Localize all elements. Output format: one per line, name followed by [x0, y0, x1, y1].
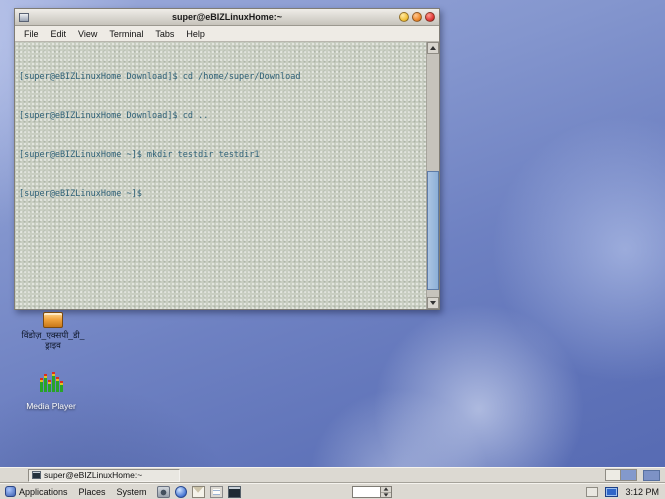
spinner-down-icon — [384, 493, 389, 496]
desktop-icon-label: Media Player — [10, 401, 92, 411]
minimize-button[interactable] — [399, 12, 409, 22]
terminal-icon — [32, 471, 41, 479]
window-title: super@eBIZLinuxHome:~ — [15, 12, 439, 22]
places-menu-label: Places — [79, 487, 106, 497]
menu-terminal[interactable]: Terminal — [103, 27, 149, 41]
system-menu[interactable]: System — [117, 487, 147, 497]
applications-menu[interactable]: Applications — [5, 486, 68, 497]
terminal-line: [super@eBIZLinuxHome ~]$ mkdir testdir t… — [19, 149, 422, 162]
panel-menus: Applications Places System — [0, 486, 147, 497]
desktop-icon-label: विंडोज़_एक्सपी_डी_ — [12, 330, 94, 340]
maximize-button[interactable] — [412, 12, 422, 22]
desktop-icon-drive[interactable]: विंडोज़_एक्सपी_डी_ ड्राइव — [12, 312, 94, 350]
scroll-up-icon — [430, 46, 436, 50]
clock[interactable]: 3:12 PM — [625, 487, 659, 497]
terminal-line: [super@eBIZLinuxHome Download]$ cd .. — [19, 110, 422, 123]
window-menu-terminal-icon[interactable] — [19, 13, 29, 22]
window-controls — [399, 12, 435, 22]
panel-tray: 3:12 PM — [586, 487, 665, 497]
equalizer-icon — [38, 368, 64, 394]
panel-launchers — [157, 486, 241, 498]
taskbar-window-label: super@eBIZLinuxHome:~ — [44, 470, 142, 480]
scrollbar-track[interactable] — [427, 54, 439, 297]
taskbar-tray — [605, 469, 665, 481]
panel-spinner — [352, 486, 392, 498]
scroll-up-button[interactable] — [427, 42, 439, 54]
email-flap-icon — [193, 487, 204, 497]
spinner-field[interactable] — [353, 487, 380, 497]
spinner-buttons — [380, 487, 391, 497]
keyboard-indicator-icon[interactable] — [586, 487, 598, 497]
scroll-down-icon — [430, 301, 436, 305]
applications-menu-icon — [5, 486, 16, 497]
screenshot-icon[interactable] — [157, 486, 170, 498]
menu-help[interactable]: Help — [180, 27, 211, 41]
desktop: super@eBIZLinuxHome:~ File Edit View Ter… — [0, 0, 665, 499]
workspace-2[interactable] — [621, 470, 636, 480]
terminal-line: [super@eBIZLinuxHome Download]$ cd /home… — [19, 71, 422, 84]
terminal-output[interactable]: [super@eBIZLinuxHome Download]$ cd /home… — [15, 42, 426, 309]
desktop-icon-media-player[interactable]: Media Player — [10, 368, 92, 411]
terminal-line: [super@eBIZLinuxHome ~]$ — [19, 188, 422, 201]
workspace-1[interactable] — [606, 470, 621, 480]
window-list-bar: super@eBIZLinuxHome:~ — [0, 467, 665, 483]
terminal-window: super@eBIZLinuxHome:~ File Edit View Ter… — [14, 8, 440, 310]
taskbar-window-button[interactable]: super@eBIZLinuxHome:~ — [28, 469, 180, 482]
spinner-down-button[interactable] — [381, 493, 391, 498]
drive-icon — [43, 312, 63, 328]
applications-menu-label: Applications — [19, 487, 68, 497]
email-icon[interactable] — [192, 486, 205, 498]
system-menu-label: System — [117, 487, 147, 497]
menu-tabs[interactable]: Tabs — [149, 27, 180, 41]
scrollbar-thumb[interactable] — [427, 171, 439, 290]
window-titlebar[interactable]: super@eBIZLinuxHome:~ — [15, 9, 439, 26]
scroll-down-button[interactable] — [427, 297, 439, 309]
tray-applet-icon[interactable] — [643, 470, 660, 481]
menu-edit[interactable]: Edit — [45, 27, 73, 41]
terminal-viewport: [super@eBIZLinuxHome Download]$ cd /home… — [15, 42, 439, 309]
places-menu[interactable]: Places — [79, 487, 106, 497]
document-icon[interactable] — [210, 486, 223, 498]
close-button[interactable] — [425, 12, 435, 22]
workspace-pager-icon[interactable] — [605, 469, 637, 481]
display-icon[interactable] — [605, 487, 618, 497]
spinner-up-icon — [384, 488, 389, 491]
menu-file[interactable]: File — [18, 27, 45, 41]
terminal-menubar: File Edit View Terminal Tabs Help — [15, 26, 439, 42]
main-panel: Applications Places System — [0, 483, 665, 499]
desktop-icon-label: ड्राइव — [12, 340, 94, 350]
terminal-scrollbar[interactable] — [426, 42, 439, 309]
terminal-launcher-icon[interactable] — [228, 486, 241, 498]
menu-view[interactable]: View — [72, 27, 103, 41]
web-browser-icon[interactable] — [175, 486, 187, 498]
